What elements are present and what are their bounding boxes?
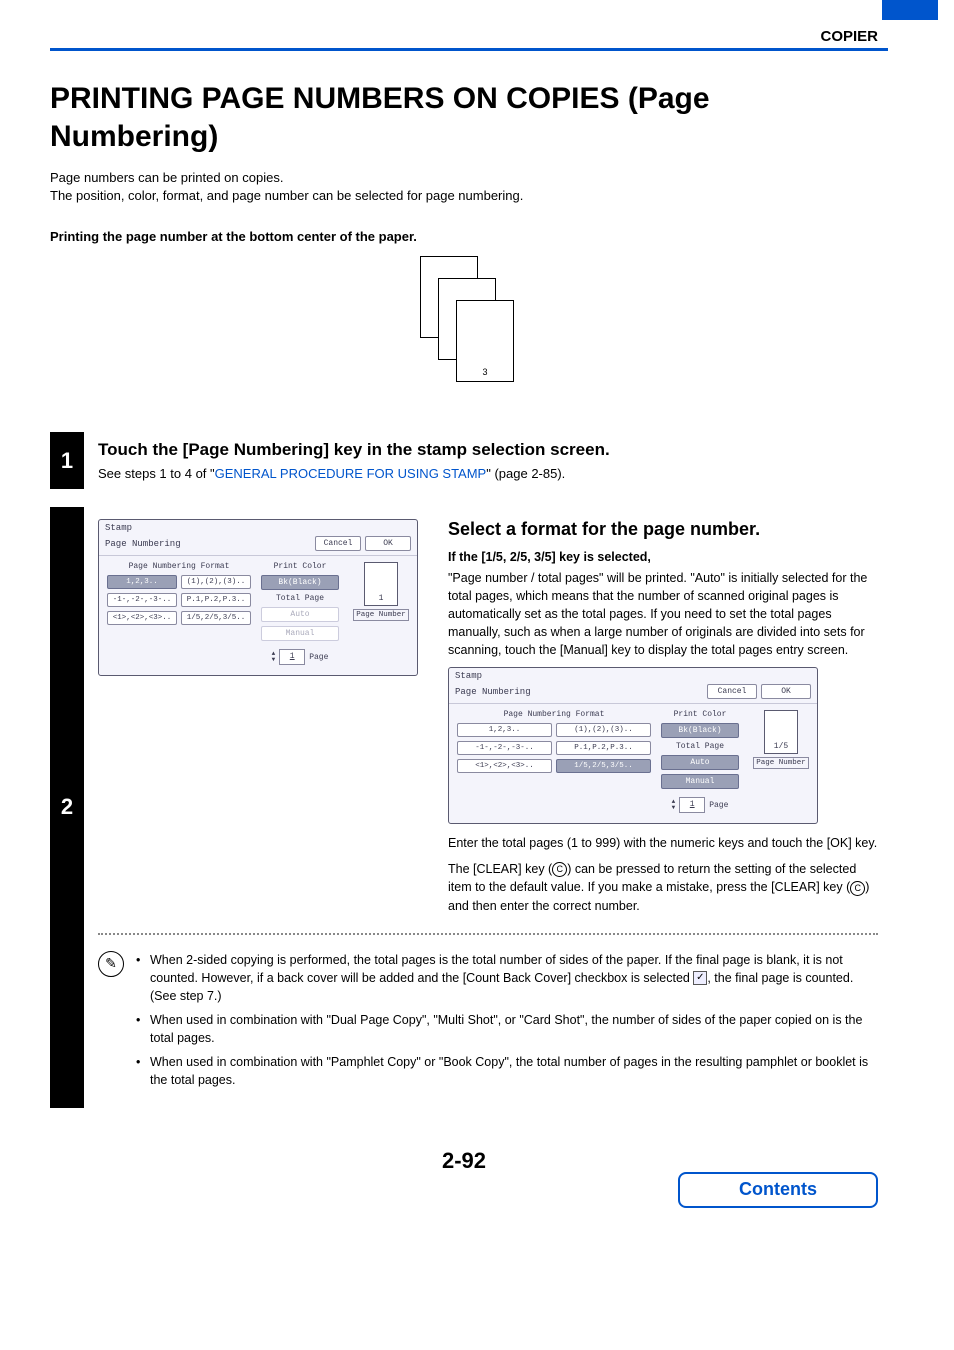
total-page-label: Total Page — [261, 594, 339, 603]
header-rule — [50, 48, 888, 51]
cancel-button[interactable]: Cancel — [315, 536, 361, 551]
page-spinner-label-b: Page — [709, 801, 728, 810]
step-1-subtext: See steps 1 to 4 of "GENERAL PROCEDURE F… — [98, 466, 878, 481]
panel-title-label: Page Numbering — [105, 539, 315, 549]
preview-box: 1 — [364, 562, 398, 606]
note-item-1: When 2-sided copying is performed, the t… — [136, 951, 878, 1005]
step-1-title: Touch the [Page Numbering] key in the st… — [98, 440, 878, 460]
ok-button[interactable]: OK — [365, 536, 411, 551]
manual-button[interactable]: Manual — [261, 626, 339, 641]
para2b-pre: The [CLEAR] key ( — [448, 862, 552, 876]
preview-caption-b: Page Number — [753, 757, 809, 769]
intro-line-1: Page numbers can be printed on copies. — [50, 169, 878, 187]
fmt-btn-b[interactable]: -1-,-2-,-3-.. — [457, 741, 552, 755]
example-heading: Printing the page number at the bottom c… — [50, 229, 878, 244]
note-item-3: When used in combination with "Pamphlet … — [136, 1053, 878, 1089]
fmt-btn-b[interactable]: <1>,<2>,<3>.. — [457, 759, 552, 773]
total-page-label-b: Total Page — [661, 742, 739, 751]
intro-line-2: The position, color, format, and page nu… — [50, 187, 878, 205]
fmt-btn[interactable]: 1,2,3.. — [107, 575, 177, 589]
print-color-label-b: Print Color — [661, 710, 739, 719]
fmt-btn[interactable]: 1/5,2/5,3/5.. — [181, 611, 251, 625]
step-1: 1 Touch the [Page Numbering] key in the … — [50, 432, 878, 489]
format-heading-b: Page Numbering Format — [457, 710, 651, 719]
checkbox-icon: ✓ — [693, 971, 707, 985]
preview-box-b: 1/5 — [764, 710, 798, 754]
fmt-btn-b-selected[interactable]: 1/5,2/5,3/5.. — [556, 759, 651, 773]
preview-value-b: 1/5 — [765, 742, 797, 751]
contents-button[interactable]: Contents — [678, 1172, 878, 1208]
fmt-btn[interactable]: <1>,<2>,<3>.. — [107, 611, 177, 625]
fmt-btn-b[interactable]: P.1,P.2,P.3.. — [556, 741, 651, 755]
notes-block: ✎ When 2-sided copying is performed, the… — [98, 945, 878, 1096]
fmt-btn-b[interactable]: 1,2,3.. — [457, 723, 552, 737]
spinner-arrows-icon-b[interactable]: ▲▼ — [672, 799, 676, 811]
fmt-btn[interactable]: (1),(2),(3).. — [181, 575, 251, 589]
fmt-btn[interactable]: -1-,-2-,-3-.. — [107, 593, 177, 607]
step-2-para2b: The [CLEAR] key (C) can be pressed to re… — [448, 860, 878, 914]
panel-stamp-label: Stamp — [99, 520, 417, 534]
panel-title-label-b: Page Numbering — [455, 687, 707, 697]
auto-button[interactable]: Auto — [261, 607, 339, 622]
step-2-title: Select a format for the page number. — [448, 519, 878, 540]
section-label: COPIER — [820, 28, 878, 45]
panel-stamp-label-b: Stamp — [449, 668, 817, 682]
clear-key-icon: C — [850, 881, 865, 896]
panel-screenshot-b: Stamp Page Numbering Cancel OK Page Numb… — [448, 667, 818, 824]
step-1-badge: 1 — [50, 432, 84, 489]
color-button-b[interactable]: Bk(Black) — [661, 723, 739, 738]
dotted-divider — [98, 933, 878, 935]
page-number-input[interactable]: 1 — [279, 649, 305, 665]
spinner-arrows-icon[interactable]: ▲▼ — [272, 651, 276, 663]
page-spinner-label: Page — [309, 653, 328, 662]
ok-button-b[interactable]: OK — [761, 684, 811, 699]
step-2-para2a: Enter the total pages (1 to 999) with th… — [448, 834, 878, 852]
step-2-para1: "Page number / total pages" will be prin… — [448, 569, 878, 660]
cancel-button-b[interactable]: Cancel — [707, 684, 757, 699]
fmt-btn-b[interactable]: (1),(2),(3).. — [556, 723, 651, 737]
format-heading: Page Numbering Format — [107, 562, 251, 571]
clear-key-icon: C — [552, 862, 567, 877]
sheet-num: 3 — [457, 367, 513, 377]
step-2: 2 Stamp Page Numbering Cancel OK Pa — [50, 507, 878, 1107]
note-item-2: When used in combination with "Dual Page… — [136, 1011, 878, 1047]
page-number-input-b[interactable]: 1 — [679, 797, 705, 813]
stamp-procedure-link[interactable]: GENERAL PROCEDURE FOR USING STAMP — [215, 466, 487, 481]
color-button[interactable]: Bk(Black) — [261, 575, 339, 590]
header-accent — [882, 0, 938, 20]
preview-caption: Page Number — [353, 609, 409, 621]
print-color-label: Print Color — [261, 562, 339, 571]
intro-block: Page numbers can be printed on copies. T… — [50, 169, 878, 205]
preview-value: 1 — [365, 594, 397, 603]
note-icon: ✎ — [98, 951, 124, 977]
fmt-btn[interactable]: P.1,P.2,P.3.. — [181, 593, 251, 607]
manual-button-b[interactable]: Manual — [661, 774, 739, 789]
panel-screenshot-a: Stamp Page Numbering Cancel OK Page Numb… — [98, 519, 418, 676]
step-1-sub-suffix: " (page 2-85). — [486, 466, 565, 481]
auto-button-b[interactable]: Auto — [661, 755, 739, 770]
paper-stack-illustration: 1 2 3 — [364, 256, 564, 396]
step-2-bold: If the [1/5, 2/5, 3/5] key is selected, — [448, 548, 878, 566]
page-number-footer: 2-92 — [50, 1148, 878, 1174]
page-title: PRINTING PAGE NUMBERS ON COPIES (Page Nu… — [50, 80, 878, 155]
stack-sheet: 3 — [456, 300, 514, 382]
step-1-sub-prefix: See steps 1 to 4 of " — [98, 466, 215, 481]
step-2-badge: 2 — [50, 507, 84, 1107]
